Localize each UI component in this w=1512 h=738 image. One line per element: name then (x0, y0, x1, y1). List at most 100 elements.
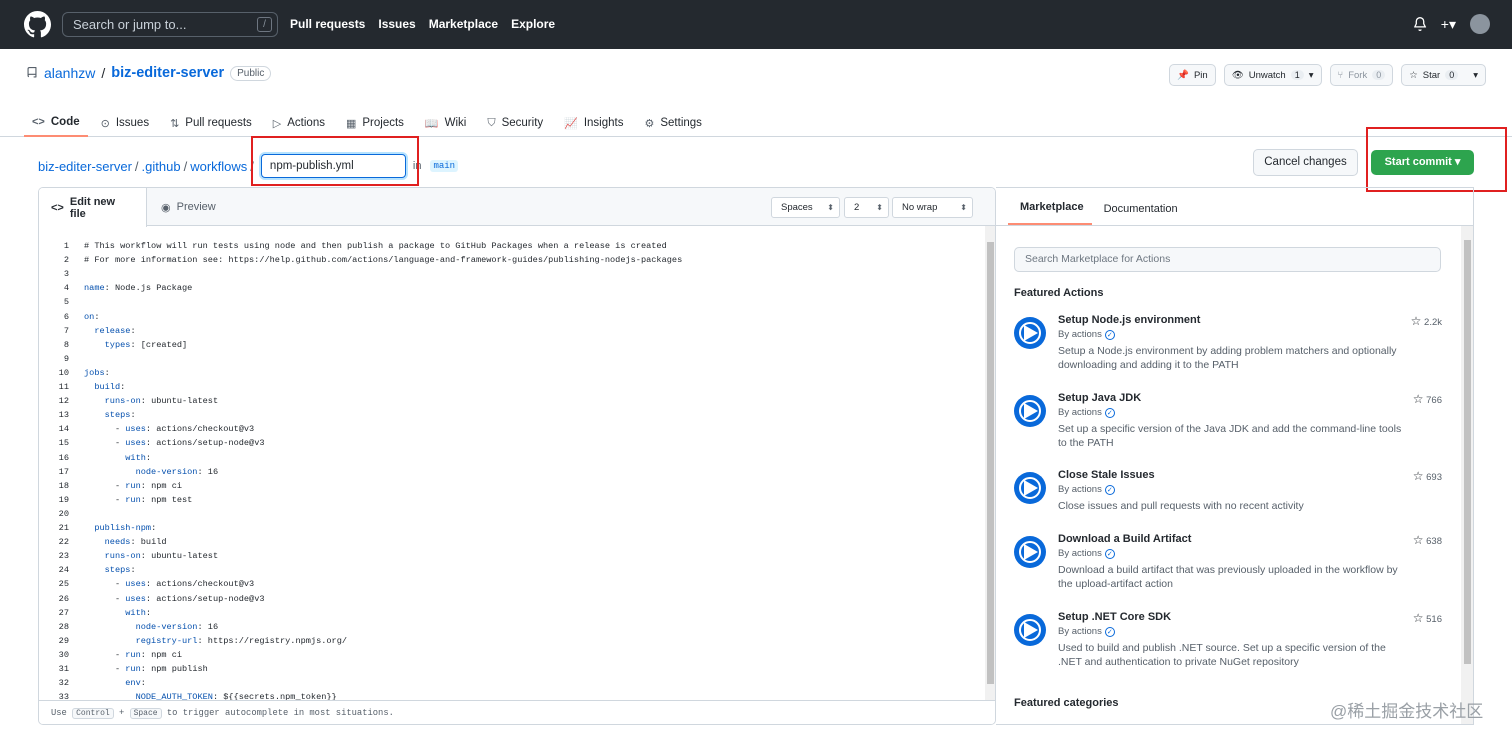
code-area[interactable]: 1 # This workflow will run tests using no… (39, 239, 985, 701)
code-line: # For more information see: https://help… (84, 255, 683, 266)
footer-plus: + (119, 708, 125, 718)
marketplace-search-input[interactable]: Search Marketplace for Actions (1014, 247, 1441, 272)
action-play-icon (1014, 472, 1046, 504)
action-description: Download a build artifact that was previ… (1058, 564, 1398, 590)
code-line: needs: build (104, 537, 167, 548)
line-number: 29 (58, 635, 69, 646)
plus-icon[interactable]: +▾ (1441, 16, 1456, 33)
action-name[interactable]: Setup Node.js environment (1058, 314, 1200, 326)
action-star-count: 516 (1426, 614, 1442, 625)
verified-icon: ✓ (1104, 627, 1115, 637)
repo-owner-link[interactable]: alanhzw (44, 65, 95, 81)
tab-documentation[interactable]: Documentation (1092, 203, 1186, 225)
code-line: - uses: actions/checkout@v3 (84, 424, 255, 435)
avatar[interactable] (1470, 14, 1490, 34)
breadcrumb-github-link[interactable]: .github (142, 159, 181, 174)
code-line: env: (125, 678, 146, 689)
select-arrows-icon: ⬍ (827, 203, 834, 212)
fork-button[interactable]: ⑂ Fork 0 (1329, 64, 1394, 86)
marketplace-action-item[interactable]: Setup .NET Core SDK By actions ✓ Used to bu… (1014, 611, 1442, 681)
indent-mode-select[interactable]: Spaces ⬍ (771, 197, 840, 218)
code-icon: <> (51, 201, 64, 214)
scrollbar-thumb[interactable] (1464, 240, 1471, 664)
tab-insights[interactable]: 📈 Insights (556, 109, 631, 137)
tab-settings[interactable]: ⚙ Settings (636, 109, 709, 137)
unwatch-button[interactable]: 👁 Unwatch 1 ▾ (1223, 64, 1322, 86)
nav-explore[interactable]: Explore (511, 17, 555, 31)
indent-size-value: 2 (854, 202, 860, 213)
line-number: 16 (58, 452, 69, 463)
code-line: registry-url: https://registry.npmjs.org… (135, 635, 348, 646)
marketplace-action-item[interactable]: Setup Node.js environment By actions ✓ Setu… (1014, 314, 1442, 384)
action-name[interactable]: Setup Java JDK (1058, 392, 1141, 404)
code-line: with: (125, 452, 152, 463)
action-play-icon (1014, 317, 1046, 349)
code-line: steps: (104, 410, 136, 421)
table-icon: ▦ (345, 117, 357, 130)
tab-actions[interactable]: ▷ Actions (265, 109, 333, 137)
star-dropdown-chevron-icon[interactable]: ▾ (1473, 70, 1478, 81)
fork-label: Fork (1348, 69, 1368, 81)
tab-security[interactable]: ⛉ Security (479, 109, 551, 137)
action-stars: ☆ 693 (1413, 469, 1442, 483)
action-name[interactable]: Setup .NET Core SDK (1058, 611, 1171, 623)
global-header: Search or jump to... / Pull requests Iss… (0, 0, 1512, 49)
nav-marketplace[interactable]: Marketplace (429, 17, 498, 31)
nav-issues[interactable]: Issues (378, 17, 415, 31)
tab-pull-requests[interactable]: ⇅ Pull requests (162, 109, 260, 137)
indent-size-select[interactable]: 2 ⬍ (844, 197, 889, 218)
featured-categories-heading: Featured categories (1014, 697, 1119, 709)
repo-title: alanhzw / biz-editer-server Public (26, 65, 272, 81)
search-shortcut-key: / (257, 17, 272, 32)
code-line: jobs: (84, 367, 110, 378)
editor-tabs: <> Edit new file ◉ Preview Spaces ⬍ 2 ⬍ No w… (39, 188, 995, 227)
code-line: - uses: actions/setup-node@v3 (84, 438, 265, 449)
marketplace-action-item[interactable]: Setup Java JDK By actions ✓ Set up a specif… (1014, 392, 1442, 462)
star-icon: ☆ (1412, 533, 1424, 547)
action-play-icon (1014, 395, 1046, 427)
tab-marketplace[interactable]: Marketplace (1008, 201, 1092, 225)
tab-code[interactable]: <> Code (24, 109, 88, 137)
tab-issues[interactable]: ⊙ Issues (93, 109, 157, 137)
editor-scrollbar[interactable] (985, 226, 995, 700)
nav-pull-requests[interactable]: Pull requests (290, 17, 365, 31)
github-logo-icon[interactable] (24, 11, 51, 38)
verified-icon: ✓ (1104, 330, 1115, 340)
code-line: - run: npm publish (84, 664, 208, 674)
tab-edit-file[interactable]: <> Edit new file (39, 188, 147, 227)
repo-name-link[interactable]: biz-editer-server (111, 65, 224, 81)
wrap-mode-select[interactable]: No wrap ⬍ (892, 197, 973, 218)
line-number: 22 (58, 537, 69, 548)
star-button[interactable]: ☆ Star 0 ▾ (1401, 64, 1486, 86)
line-number: 11 (58, 382, 69, 392)
action-name[interactable]: Close Stale Issues (1058, 469, 1155, 481)
action-author-text: By actions (1058, 548, 1102, 559)
tab-label: Insights (583, 117, 624, 129)
cancel-changes-button[interactable]: Cancel changes (1253, 149, 1358, 176)
line-number: 4 (63, 283, 69, 294)
header-actions: +▾ (1413, 14, 1490, 34)
tab-projects[interactable]: ▦ Projects (338, 109, 412, 137)
marketplace-action-item[interactable]: Download a Build Artifact By actions ✓ Down… (1014, 533, 1442, 603)
search-input[interactable]: Search or jump to... / (62, 12, 278, 37)
tab-label: Settings (660, 117, 702, 129)
indent-mode-value: Spaces (781, 202, 813, 213)
line-number: 25 (58, 579, 69, 590)
tab-wiki[interactable]: 📖 Wiki (417, 109, 474, 137)
scrollbar-thumb[interactable] (987, 242, 994, 684)
marketplace-action-item[interactable]: Close Stale Issues By actions ✓ Close issue… (1014, 469, 1442, 539)
sidebar-tabs: Marketplace Documentation (996, 188, 1473, 226)
breadcrumb-workflows-link[interactable]: workflows (190, 159, 247, 174)
sidebar-scrollbar[interactable] (1461, 226, 1473, 724)
pin-button[interactable]: 📌 Pin (1169, 64, 1216, 86)
action-star-count: 638 (1426, 536, 1442, 547)
path-separator: / (183, 158, 188, 174)
line-number: 28 (58, 621, 69, 632)
breadcrumb-root-link[interactable]: biz-editer-server (38, 159, 132, 174)
branch-badge: main (430, 160, 459, 172)
action-name[interactable]: Download a Build Artifact (1058, 533, 1191, 545)
bell-icon[interactable] (1413, 17, 1427, 31)
code-line: on: (84, 311, 100, 322)
tab-preview[interactable]: ◉ Preview (149, 188, 228, 226)
code-line: - uses: actions/checkout@v3 (84, 579, 255, 590)
